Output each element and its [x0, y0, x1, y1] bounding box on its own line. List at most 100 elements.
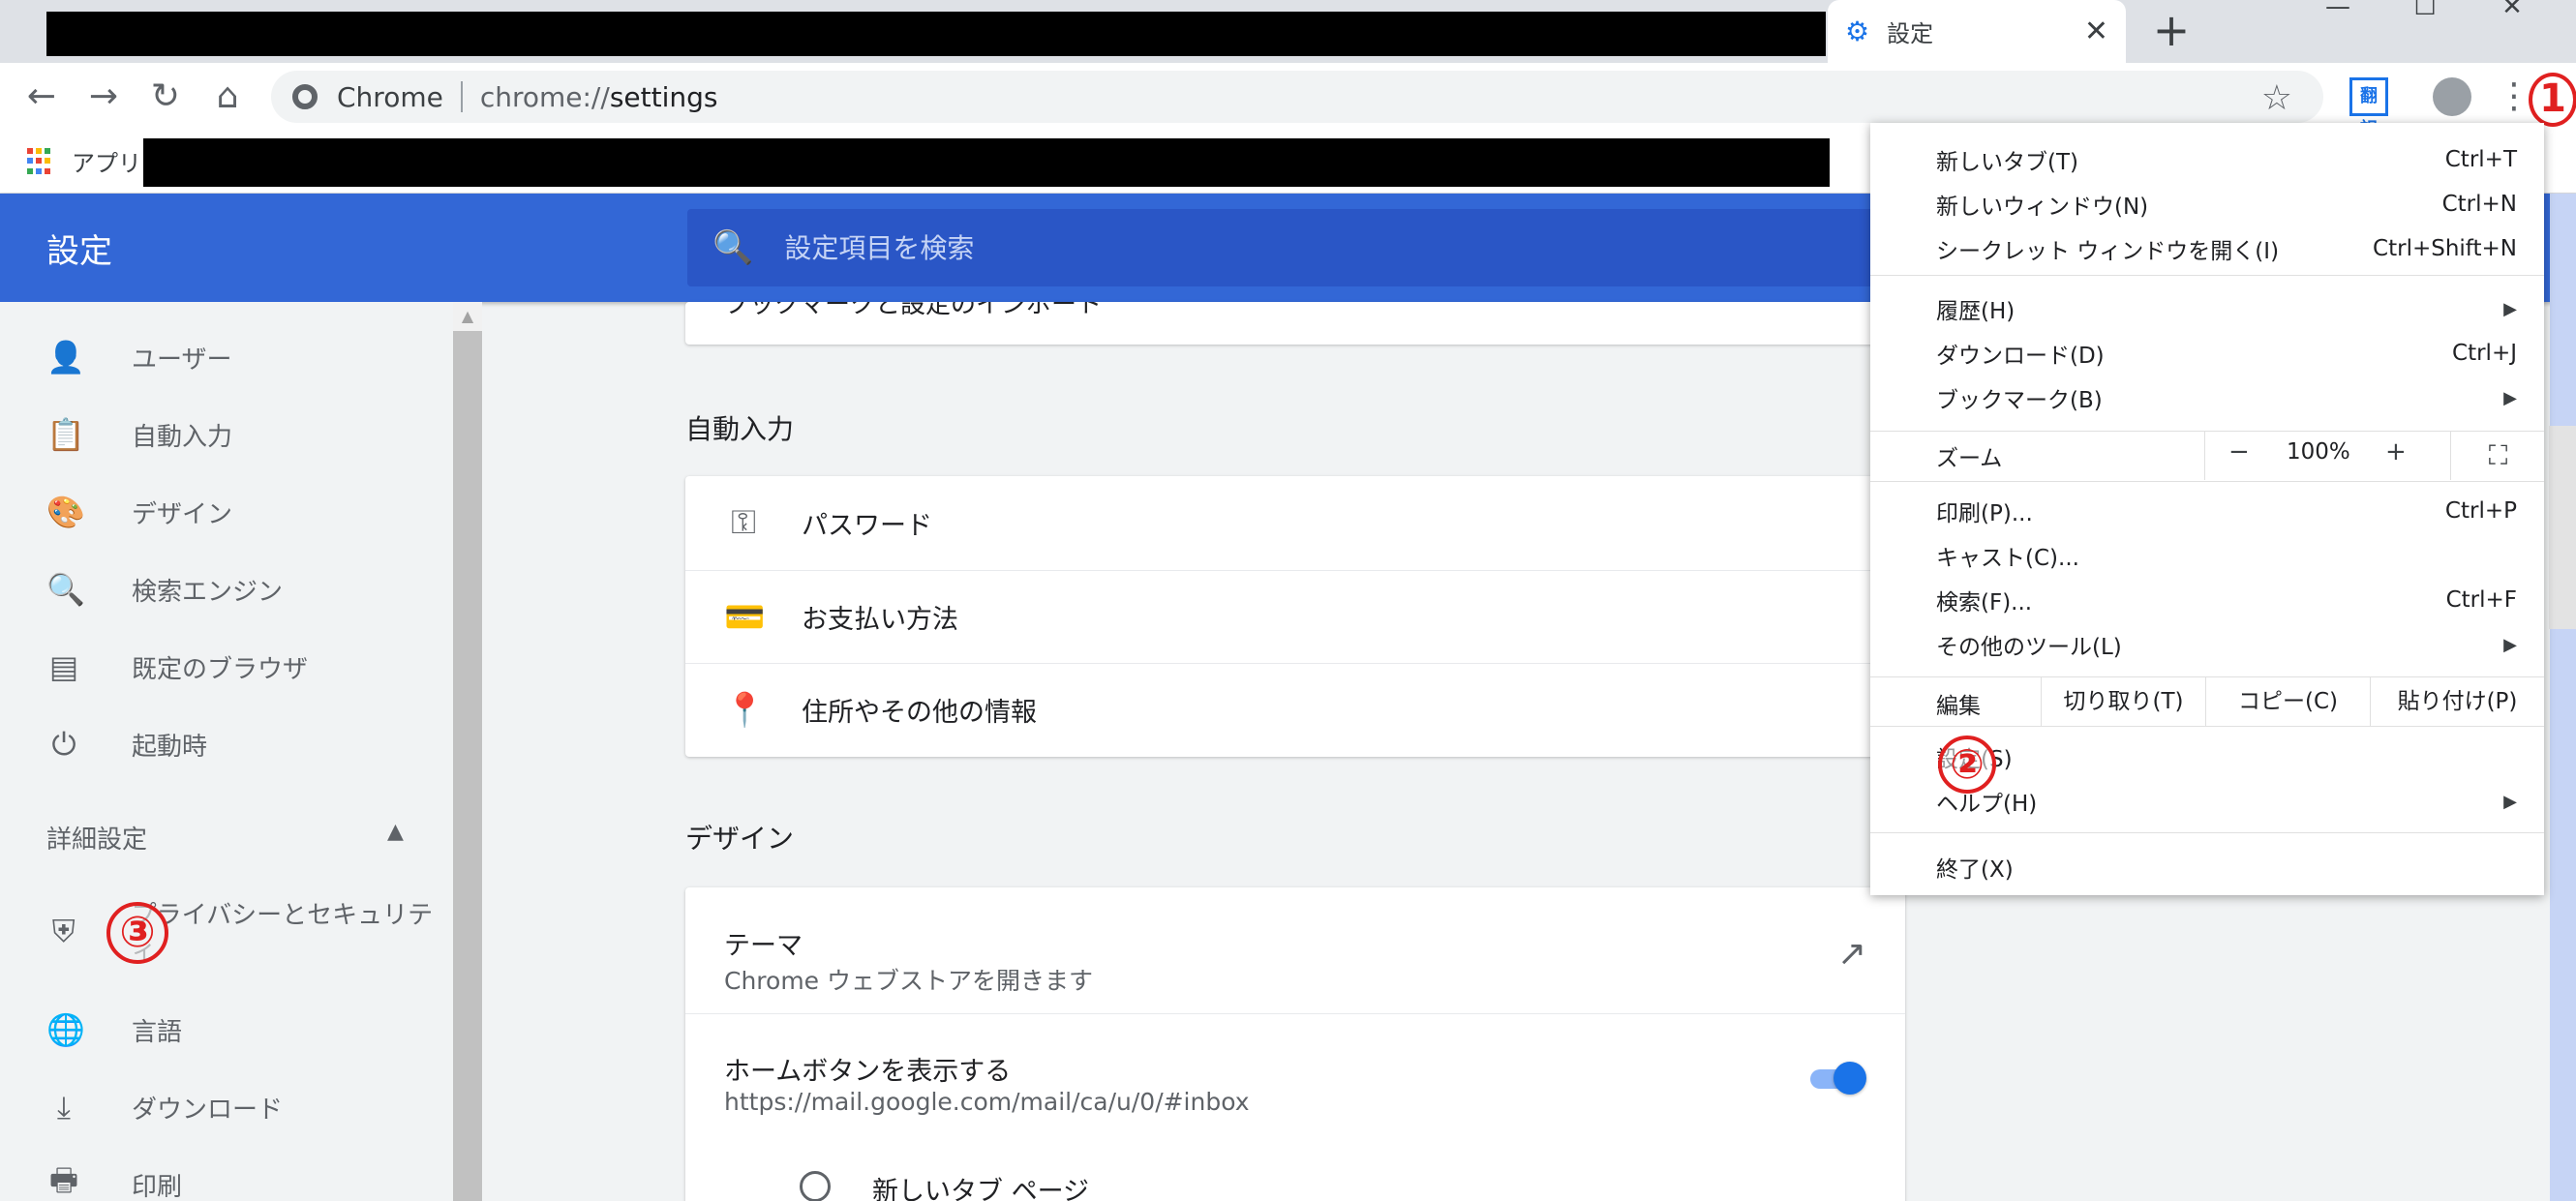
palette-icon: 🎨: [46, 494, 85, 530]
search-icon: 🔍: [46, 571, 85, 608]
menu-item-cast[interactable]: キャスト(C)...: [1870, 534, 2544, 577]
print-icon: 🖶: [48, 1161, 79, 1198]
page-right-edge: [2550, 194, 2576, 1201]
menu-item-shortcut: Ctrl+F: [2445, 587, 2517, 613]
settings-search-input[interactable]: [784, 231, 1656, 264]
globe-icon: 🌐: [46, 1011, 85, 1048]
new-tab-page-radio[interactable]: [800, 1171, 831, 1201]
design-section-title: デザイン: [685, 823, 795, 855]
menu-separator: [1870, 726, 2544, 727]
menu-item-exit[interactable]: 終了(X): [1870, 846, 2544, 888]
divider: [685, 1013, 1905, 1014]
minimize-button[interactable]: —: [2294, 0, 2381, 19]
addresses-row[interactable]: 📍 住所やその他の情報: [685, 663, 1905, 756]
sidebar-advanced-toggle[interactable]: 詳細設定: [46, 820, 147, 856]
menu-item-incognito[interactable]: シークレット ウィンドウを開く(I) Ctrl+Shift+N: [1870, 227, 2544, 270]
menu-item-history[interactable]: 履歴(H) ▶: [1870, 287, 2544, 330]
menu-zoom-row: ズーム − 100% + ⛶: [1870, 432, 2544, 480]
apps-shortcut[interactable]: アプリ: [72, 144, 141, 178]
tab-title: 設定: [1887, 20, 1934, 47]
sidebar-item-label: プライバシーとセキュリティ: [131, 901, 434, 966]
url-scheme: chrome://: [479, 80, 610, 113]
chrome-menu-button[interactable]: ⋮: [2495, 73, 2533, 121]
menu-item-new-window[interactable]: 新しいウィンドウ(N) Ctrl+N: [1870, 183, 2544, 225]
home-button[interactable]: ⌂: [203, 73, 252, 121]
cut-button[interactable]: 切り取り(T): [2041, 677, 2205, 726]
menu-item-print[interactable]: 印刷(P)... Ctrl+P: [1870, 490, 2544, 532]
profile-avatar[interactable]: [2433, 77, 2471, 116]
sidebar-item-default-browser[interactable]: ▤ 既定のブラウザ: [0, 630, 453, 704]
menu-edit-row: 編集 切り取り(T) コピー(C) 貼り付け(P): [1870, 677, 2544, 726]
translate-extension-icon[interactable]: 翻訳: [2349, 77, 2388, 139]
scroll-up-arrow-icon[interactable]: ▲: [453, 302, 482, 331]
import-card[interactable]: ブックマークと設定のインポート: [685, 302, 1905, 345]
zoom-controls: − 100% + ⛶: [2204, 432, 2544, 480]
menu-item-more-tools[interactable]: その他のツール(L) ▶: [1870, 623, 2544, 666]
sidebar-item-languages[interactable]: 🌐 言語: [0, 993, 453, 1066]
redacted-tabs: [46, 12, 1826, 56]
download-icon: ⤓: [56, 1088, 72, 1126]
menu-item-new-tab[interactable]: 新しいタブ(T) Ctrl+T: [1870, 138, 2544, 181]
sidebar-item-privacy[interactable]: ⛨ プライバシーとセキュリティ: [0, 894, 453, 968]
tab-strip: ⚙ 設定 ✕ + — ☐ ✕: [0, 0, 2576, 63]
paste-button[interactable]: 貼り付け(P): [2370, 677, 2544, 726]
zoom-in-button[interactable]: +: [2385, 437, 2407, 466]
home-button-setting-title: ホームボタンを表示する: [724, 1057, 1012, 1087]
sidebar-item-label: ユーザー: [132, 345, 232, 375]
menu-item-label: ブックマーク(B): [1936, 388, 2103, 413]
sidebar-item-label: 言語: [132, 1017, 183, 1047]
sidebar-item-search-engine[interactable]: 🔍 検索エンジン: [0, 553, 453, 626]
forward-button[interactable]: →: [79, 73, 128, 121]
autofill-section-title: 自動入力: [685, 413, 795, 445]
menu-item-label: 検索(F)...: [1936, 590, 2033, 616]
theme-title[interactable]: テーマ: [724, 924, 803, 962]
payment-methods-row[interactable]: 💳 お支払い方法: [685, 570, 1905, 663]
menu-item-shortcut: Ctrl+P: [2444, 498, 2517, 524]
tab-close-button[interactable]: ✕: [2084, 15, 2108, 48]
chrome-icon: [292, 84, 318, 109]
sidebar-item-label: 印刷: [132, 1172, 183, 1201]
reload-button[interactable]: ↻: [141, 73, 190, 121]
sidebar-item-design[interactable]: 🎨 デザイン: [0, 475, 453, 549]
address-bar[interactable]: Chrome chrome:// settings ☆: [271, 71, 2323, 123]
sidebar-item-users[interactable]: 👤 ユーザー: [0, 320, 453, 394]
triangle-up-icon[interactable]: ▲: [387, 820, 404, 844]
copy-button[interactable]: コピー(C): [2205, 677, 2370, 726]
submenu-arrow-icon: ▶: [2503, 298, 2517, 319]
sidebar-item-printing[interactable]: 🖶 印刷: [0, 1148, 453, 1201]
home-button-toggle[interactable]: [1806, 1062, 1866, 1095]
menu-item-label: 履歴(H): [1936, 299, 2015, 324]
menu-item-downloads[interactable]: ダウンロード(D) Ctrl+J: [1870, 332, 2544, 375]
sidebar-item-label: 起動時: [132, 732, 208, 762]
bookmark-star-icon[interactable]: ☆: [2261, 78, 2292, 118]
menu-item-label: ヘルプ(H): [1936, 792, 2038, 817]
menu-item-shortcut: Ctrl+Shift+N: [2373, 236, 2517, 261]
menu-item-label: キャスト(C)...: [1936, 546, 2079, 571]
external-link-icon[interactable]: ↗: [1837, 934, 1866, 974]
theme-subtitle: Chrome ウェブストアを開きます: [724, 967, 1094, 995]
passwords-row[interactable]: ⚿ パスワード: [685, 476, 1905, 569]
menu-item-shortcut: Ctrl+N: [2441, 192, 2517, 217]
page-scrollbar-thumb[interactable]: [2549, 426, 2576, 629]
clipboard-icon: 📋: [46, 416, 85, 453]
zoom-out-button[interactable]: −: [2228, 437, 2250, 466]
tab-settings[interactable]: ⚙ 設定 ✕: [1828, 0, 2126, 63]
sidebar-scrollbar[interactable]: [453, 302, 482, 1201]
new-tab-button[interactable]: +: [2149, 8, 2194, 52]
annotation-marker-3: ③: [106, 902, 168, 964]
menu-item-bookmarks[interactable]: ブックマーク(B) ▶: [1870, 376, 2544, 419]
menu-item-shortcut: Ctrl+T: [2444, 147, 2517, 172]
maximize-button[interactable]: ☐: [2381, 0, 2469, 19]
sidebar-item-autofill[interactable]: 📋 自動入力: [0, 398, 453, 471]
apps-grid-icon[interactable]: [27, 148, 54, 175]
back-button[interactable]: ←: [17, 73, 66, 121]
menu-item-label: 終了(X): [1936, 857, 2014, 883]
fullscreen-icon[interactable]: ⛶: [2450, 432, 2545, 480]
payment-methods-label: お支払い方法: [802, 605, 958, 635]
window-close-button[interactable]: ✕: [2469, 0, 2556, 19]
sidebar-item-on-startup[interactable]: ⏻ 起動時: [0, 707, 453, 781]
settings-search-box[interactable]: 🔍: [687, 209, 2033, 286]
sidebar-item-downloads[interactable]: ⤓ ダウンロード: [0, 1070, 453, 1144]
menu-item-find[interactable]: 検索(F)... Ctrl+F: [1870, 579, 2544, 621]
url-host: settings: [609, 80, 718, 113]
